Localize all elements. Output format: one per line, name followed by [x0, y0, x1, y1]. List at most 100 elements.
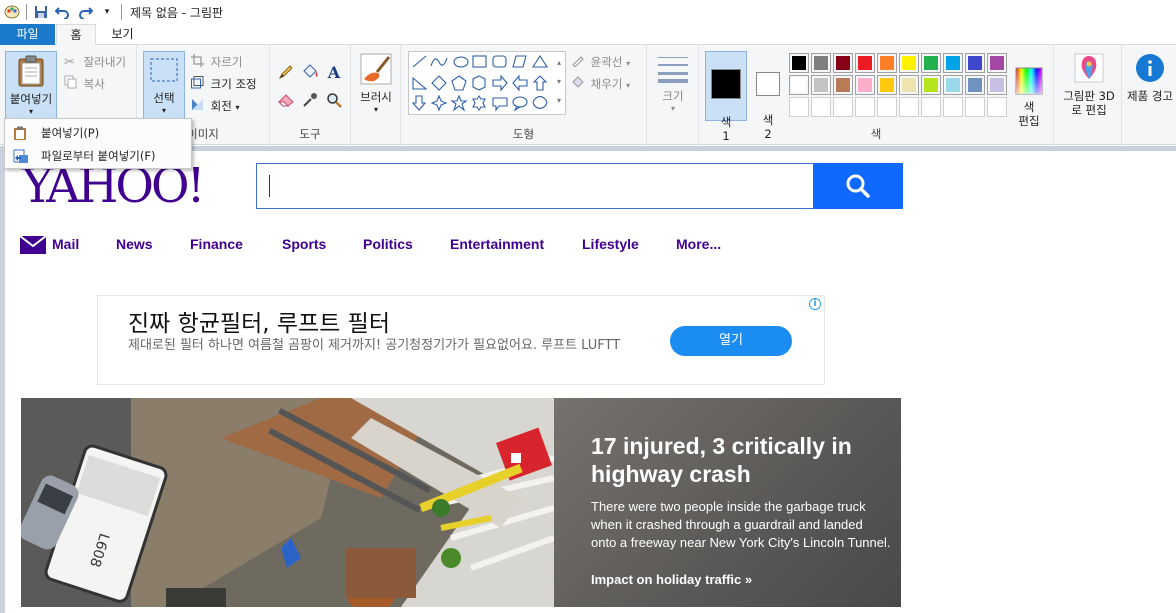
color-swatch[interactable] [833, 53, 853, 73]
custom-color-slot[interactable] [855, 97, 875, 117]
tab-file[interactable]: 파일 [0, 24, 55, 45]
copy-icon [64, 75, 80, 95]
color-swatch[interactable] [899, 53, 919, 73]
redo-icon[interactable] [77, 4, 93, 20]
nav-item-lifestyle: Lifestyle [582, 236, 639, 252]
fill-bucket-icon[interactable] [300, 62, 320, 82]
color-swatch-fill [990, 78, 1004, 92]
title-bar: ▾ 제목 없음 - 그림판 [0, 0, 1176, 24]
custom-color-slot[interactable] [921, 97, 941, 117]
shapes-gallery-icons[interactable] [409, 52, 565, 114]
color-swatch[interactable] [811, 75, 831, 95]
color-swatch[interactable] [987, 75, 1007, 95]
custom-color-slot[interactable] [943, 97, 963, 117]
ad-open-button: 열기 [670, 326, 792, 356]
colors-group-label: 색 [870, 127, 882, 141]
custom-color-slot[interactable] [965, 97, 985, 117]
color-swatch[interactable] [921, 53, 941, 73]
paste-dropdown-menu: 붙여넣기(P) 파일로부터 붙여넣기(F) [4, 118, 192, 169]
resize-label: 크기 조정 [210, 77, 257, 91]
color-swatch[interactable] [943, 53, 963, 73]
brushes-label: 브러시 [360, 90, 392, 104]
shapes-gallery [408, 51, 566, 115]
outline-button[interactable]: 윤곽선 ▾ [571, 52, 630, 72]
rotate-button[interactable]: 회전 ▾ [191, 96, 240, 116]
product-alert-label: 제품 경고 [1127, 89, 1173, 103]
color-swatch[interactable] [789, 53, 809, 73]
save-icon[interactable] [33, 4, 49, 20]
ad-description: 제대로된 필터 하나면 여름철 곰팡이 제거까지! 공기청정기가가 필요없어요.… [128, 338, 621, 353]
rotate-label: 회전 [210, 99, 232, 113]
color-swatch-fill [814, 56, 828, 70]
copy-button[interactable]: 복사 [64, 74, 105, 94]
custom-color-slot[interactable] [877, 97, 897, 117]
custom-color-slot[interactable] [899, 97, 919, 117]
color-swatch[interactable] [811, 53, 831, 73]
color-swatch[interactable] [855, 53, 875, 73]
chevron-down-icon: ▾ [626, 59, 631, 68]
color1-button[interactable]: 색 1 [705, 51, 747, 143]
product-alert-button[interactable]: 제품 경고 [1126, 53, 1174, 125]
shapes-scroll-buttons[interactable]: ▴ ▾ ▾ [554, 53, 564, 110]
color-swatch[interactable] [877, 75, 897, 95]
color-swatch-fill [968, 78, 982, 92]
paste-label: 붙여넣기 [9, 92, 53, 106]
nav-item-mail: Mail [52, 236, 80, 252]
color-swatch-fill [902, 78, 916, 92]
color-swatch[interactable] [855, 75, 875, 95]
customize-toolbar-icon[interactable]: ▾ [99, 4, 115, 20]
ad-banner: 진짜 항균필터, 루프트 필터 제대로된 필터 하나면 여름철 곰팡이 제거까지… [97, 295, 825, 385]
edit-colors-label: 색 편집 [1018, 100, 1040, 128]
resize-button[interactable]: 크기 조정 [191, 74, 257, 94]
magnifier-icon[interactable] [324, 90, 344, 110]
brushes-group: 브러시 ▾ [351, 45, 401, 145]
tab-view[interactable]: 보기 [100, 24, 145, 45]
crop-button[interactable]: 자르기 [191, 52, 242, 72]
size-group: 크기 ▾ [647, 45, 699, 145]
color-swatch-fill [814, 78, 828, 92]
color-swatch[interactable] [943, 75, 963, 95]
brushes-button[interactable]: 브러시 ▾ [355, 53, 397, 123]
color-swatch[interactable] [899, 75, 919, 95]
custom-color-slot[interactable] [833, 97, 853, 117]
fill-button[interactable]: 채우기 ▾ [571, 74, 630, 94]
size-label: 크기 [662, 89, 684, 103]
custom-color-slot[interactable] [987, 97, 1007, 117]
color-swatch[interactable] [987, 53, 1007, 73]
color-swatch[interactable] [965, 75, 985, 95]
menu-item-paste-from-file[interactable]: 파일로부터 붙여넣기(F) [5, 145, 191, 168]
custom-color-slot[interactable] [811, 97, 831, 117]
nav-item-entertainment: Entertainment [450, 236, 545, 252]
color-swatch[interactable] [789, 75, 809, 95]
color-swatch[interactable] [965, 53, 985, 73]
ad-title: 진짜 항균필터, 루프트 필터 [128, 311, 391, 337]
copy-label: 복사 [83, 77, 105, 91]
menu-item-paste[interactable]: 붙여넣기(P) [5, 122, 191, 145]
color-swatch[interactable] [877, 53, 897, 73]
color-picker-icon[interactable] [300, 90, 320, 110]
size-button[interactable]: 크기 ▾ [651, 53, 695, 123]
shapes-group-label: 도형 [512, 127, 535, 141]
color-swatch-fill [792, 78, 806, 92]
select-button[interactable]: 선택 ▾ [143, 51, 185, 119]
pencil-icon[interactable] [276, 62, 296, 82]
color-swatch-fill [924, 78, 938, 92]
custom-color-slot[interactable] [789, 97, 809, 117]
text-tool-icon[interactable]: A [324, 62, 344, 82]
edit-colors-button[interactable]: 색 편집 [1009, 53, 1049, 128]
tab-home[interactable]: 홈 [56, 24, 96, 46]
color-swatch[interactable] [833, 75, 853, 95]
color-swatch[interactable] [921, 75, 941, 95]
search-icon [846, 174, 870, 198]
colors-group: 색 1 색 2 색 편집 색 [699, 45, 1054, 145]
edit-with-paint3d-button[interactable]: 그림판 3D로 편집 [1058, 53, 1120, 125]
cut-button[interactable]: ✂ 잘라내기 [64, 52, 126, 72]
chevron-down-icon: ▾ [161, 106, 166, 115]
undo-icon[interactable] [55, 4, 71, 20]
nav-item-politics: Politics [363, 236, 413, 252]
color2-button[interactable]: 색 2 [749, 51, 787, 141]
paint-app-icon[interactable] [4, 4, 20, 20]
paste-button[interactable]: 붙여넣기 ▾ [5, 51, 57, 119]
eraser-icon[interactable] [276, 90, 296, 110]
fill-icon [571, 75, 587, 95]
